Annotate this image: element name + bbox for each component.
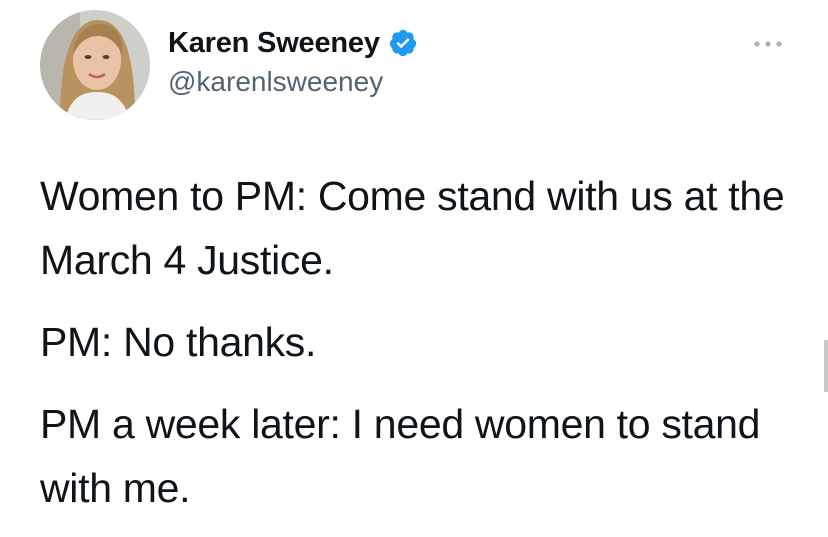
tweet-card: Karen Sweeney @karenlsweeney Women to PM… — [0, 0, 828, 537]
avatar-photo — [40, 10, 150, 120]
author-handle[interactable]: @karenlsweeney — [168, 66, 418, 98]
verified-badge-icon — [388, 28, 418, 58]
author-avatar[interactable] — [40, 10, 150, 120]
tweet-text: Women to PM: Come stand with us at the M… — [40, 164, 810, 520]
author-name[interactable]: Karen Sweeney — [168, 27, 380, 60]
scroll-indicator[interactable] — [824, 340, 828, 392]
tweet-paragraph-2: PM: No thanks. — [40, 319, 317, 365]
more-options-icon[interactable] — [752, 38, 784, 50]
author-name-row: Karen Sweeney — [168, 24, 418, 62]
author-info: Karen Sweeney @karenlsweeney — [168, 24, 418, 98]
tweet-paragraph-3: PM a week later: I need women to stand w… — [40, 401, 761, 511]
tweet-paragraph-1: Women to PM: Come stand with us at the M… — [40, 173, 785, 283]
